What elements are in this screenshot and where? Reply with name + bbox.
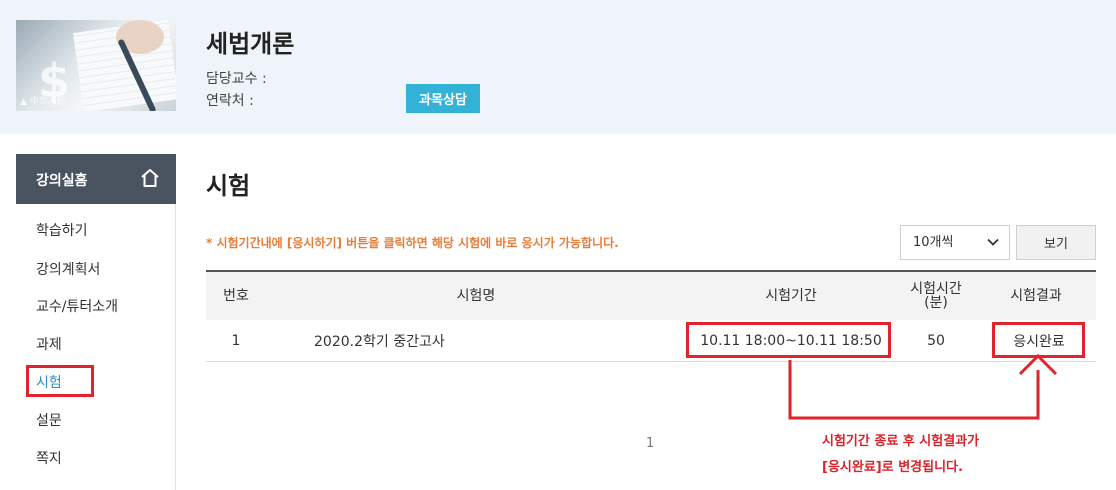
annotation-arrow bbox=[788, 353, 1058, 420]
pagination-page-1[interactable]: 1 bbox=[646, 436, 654, 451]
annotation-text-line1: 시험기간 종료 후 시험결과가 bbox=[822, 434, 980, 449]
annotation-text-line2: [응시완료]로 변경됩니다. bbox=[822, 460, 963, 475]
